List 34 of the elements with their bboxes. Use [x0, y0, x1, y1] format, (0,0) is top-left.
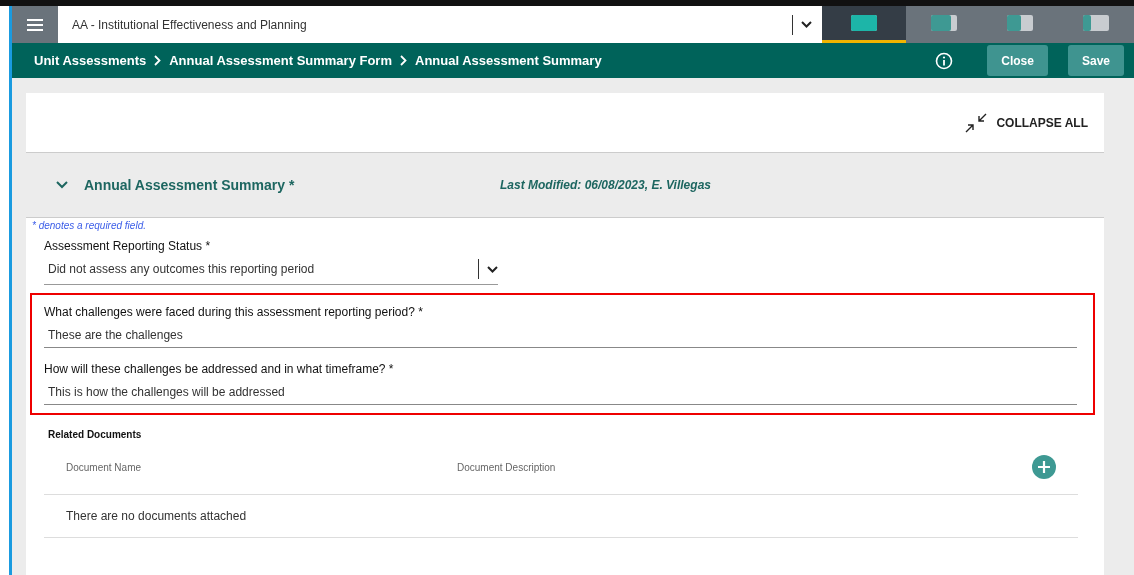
- info-icon[interactable]: [935, 51, 954, 70]
- collapse-icon: [964, 112, 989, 133]
- input-field[interactable]: These are the challenges: [44, 319, 1077, 348]
- last-modified: Last Modified: 06/08/2023, E. Villegas: [500, 178, 711, 192]
- collapse-all-button[interactable]: COLLAPSE ALL: [958, 111, 1094, 134]
- caret-icon: [487, 265, 498, 273]
- layout-icon: [851, 15, 877, 31]
- status-select[interactable]: Did not assess any outcomes this reporting period: [44, 259, 498, 285]
- field-label: How will these challenges be addressed and in what timeframe? *: [44, 362, 395, 376]
- breadcrumb-link[interactable]: Unit Assessments: [34, 53, 147, 68]
- layout-icon: [1007, 15, 1033, 31]
- breadcrumb-link[interactable]: Annual Assessment Summary Form: [169, 53, 392, 68]
- section-toggle[interactable]: [56, 181, 68, 189]
- toolbar-button[interactable]: Close: [987, 45, 1048, 76]
- toolbar-button[interactable]: Save: [1067, 45, 1124, 76]
- layout-icon: [931, 15, 957, 31]
- column-header: Document Description: [457, 461, 556, 473]
- required-note: * denotes a required field.: [31, 219, 147, 231]
- add-icon[interactable]: [1032, 455, 1056, 479]
- empty-message: There are no documents attached: [66, 509, 247, 523]
- chevron-right-icon: [400, 55, 407, 66]
- layout-tab[interactable]: [822, 6, 906, 43]
- menu-icon: [27, 18, 43, 31]
- layout-icon: [1083, 15, 1109, 31]
- documents-title: Related Documents: [48, 429, 143, 440]
- breadcrumb-link[interactable]: Annual Assessment Summary: [415, 53, 602, 68]
- field-label: Assessment Reporting Status *: [44, 239, 212, 253]
- input-field[interactable]: This is how the challenges will be addressed: [44, 376, 1077, 405]
- field-label: What challenges were faced during this assessment reporting period? *: [44, 305, 424, 319]
- section-title: Annual Assessment Summary *: [84, 177, 296, 193]
- chevron-right-icon: [154, 55, 162, 66]
- unit-select[interactable]: AA - Institutional Effectiveness and Planning: [58, 6, 822, 43]
- caret-icon: [801, 21, 812, 28]
- column-header: Document Name: [66, 461, 143, 473]
